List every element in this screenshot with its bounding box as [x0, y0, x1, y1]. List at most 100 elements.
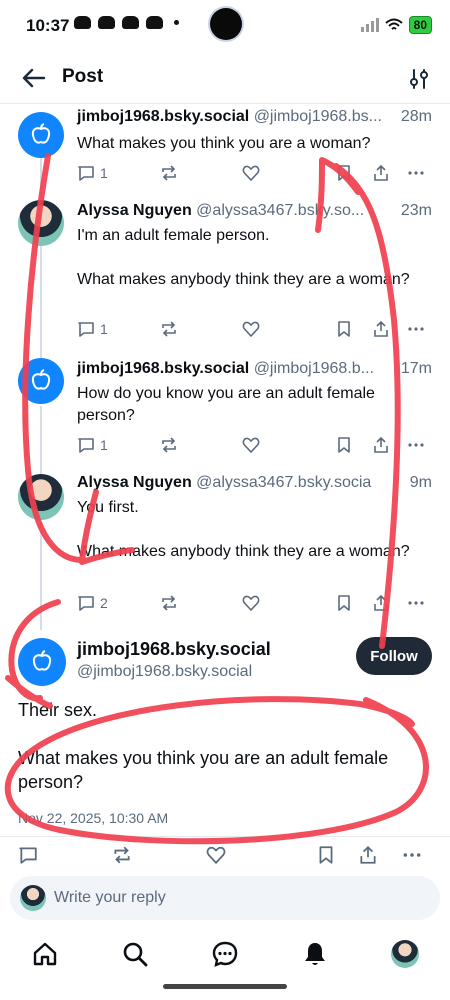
apple-icon [31, 123, 51, 144]
profile-avatar[interactable] [391, 940, 419, 968]
post-time: 28m [400, 108, 432, 125]
avatar [20, 885, 46, 911]
bookmark-button[interactable] [316, 845, 358, 865]
author-handle: @alyssa3467.bsky.socia [196, 474, 372, 491]
share-button[interactable] [372, 164, 407, 182]
more-button[interactable] [407, 320, 436, 338]
post-text: What makes you think you are a woman? [77, 135, 371, 152]
bell-icon[interactable] [301, 940, 329, 968]
bookmark-icon [319, 846, 333, 864]
repost-button[interactable] [112, 845, 206, 865]
thread-post[interactable]: Alyssa Nguyen @alyssa3467.bsky.so... 23m… [0, 198, 450, 348]
reply-placeholder[interactable]: Write your reply [54, 889, 166, 907]
share-button[interactable] [372, 320, 407, 338]
more-button[interactable] [407, 436, 436, 454]
reply-icon [78, 438, 94, 453]
author-handle: @jimboj1968.b... [253, 360, 374, 377]
main-post-actions [18, 842, 434, 868]
post-time: 23m [400, 202, 432, 219]
author-name[interactable]: jimboj1968.bsky.social [77, 108, 249, 125]
post-date: Nov 22, 2025, 10:30 AM [18, 810, 169, 826]
post-actions: 1 [77, 433, 436, 457]
chat-icon[interactable] [211, 940, 239, 968]
bookmark-button[interactable] [335, 436, 372, 454]
author-name[interactable]: Alyssa Nguyen [77, 202, 192, 219]
bookmark-button[interactable] [335, 164, 372, 182]
like-icon [243, 165, 260, 182]
share-button[interactable] [372, 594, 407, 612]
avatar[interactable] [18, 358, 64, 404]
home-icon[interactable] [31, 940, 59, 968]
thread-post[interactable]: Alyssa Nguyen @alyssa3467.bsky.socia 9m … [0, 472, 450, 622]
avatar[interactable] [18, 638, 66, 686]
home-indicator [163, 984, 287, 989]
more-button[interactable] [407, 164, 436, 182]
share-button[interactable] [358, 845, 402, 865]
more-icon [403, 853, 421, 857]
more-icon [408, 327, 424, 331]
like-button[interactable] [242, 594, 334, 612]
reply-button[interactable]: 2 [77, 594, 160, 612]
more-icon [408, 443, 424, 447]
notification-icons [74, 16, 179, 29]
author-handle: @jimboj1968.bs... [253, 108, 382, 125]
like-button[interactable] [242, 320, 334, 338]
divider [0, 836, 450, 837]
reply-icon [78, 322, 94, 337]
author-name[interactable]: jimboj1968.bsky.social [77, 639, 271, 660]
avatar[interactable] [18, 112, 64, 158]
repost-button[interactable] [160, 594, 243, 612]
share-icon [373, 436, 388, 453]
post-actions: 1 [77, 161, 436, 185]
post-time: 17m [400, 360, 432, 377]
reply-button[interactable] [18, 845, 112, 865]
avatar[interactable] [18, 474, 64, 520]
more-button[interactable] [407, 594, 436, 612]
reply-count: 2 [100, 595, 108, 611]
repost-button[interactable] [160, 164, 243, 182]
author-handle: @alyssa3467.bsky.so... [196, 202, 365, 219]
like-icon [243, 437, 260, 454]
thread-post[interactable]: jimboj1968.bsky.social @jimboj1968.b... … [0, 356, 450, 468]
more-button[interactable] [402, 845, 432, 865]
more-icon [408, 171, 424, 175]
bookmark-icon [338, 321, 350, 337]
reply-count: 1 [100, 165, 108, 181]
like-icon [243, 321, 260, 338]
post-text: How do you know you are an adult female … [77, 385, 375, 424]
author-name[interactable]: jimboj1968.bsky.social [77, 360, 249, 377]
like-icon [243, 595, 260, 612]
share-icon [373, 164, 388, 181]
repost-button[interactable] [160, 436, 243, 454]
repost-icon [161, 595, 176, 611]
reply-button[interactable]: 1 [77, 164, 160, 182]
main-post: jimboj1968.bsky.social @jimboj1968.bsky.… [0, 630, 450, 870]
bookmark-button[interactable] [335, 320, 372, 338]
reply-button[interactable]: 1 [77, 436, 160, 454]
share-icon [373, 320, 388, 337]
post-actions: 1 [77, 317, 436, 341]
author-name[interactable]: Alyssa Nguyen [77, 474, 192, 491]
post-actions: 2 [77, 591, 436, 615]
share-button[interactable] [372, 436, 407, 454]
post-text: Their sex. What makes you think you are … [18, 700, 389, 792]
post-header: Post [0, 52, 450, 104]
bookmark-icon [338, 595, 350, 611]
thread-post[interactable]: jimboj1968.bsky.social @jimboj1968.bs...… [0, 104, 450, 196]
like-button[interactable] [242, 436, 334, 454]
like-button[interactable] [206, 845, 316, 865]
search-icon[interactable] [121, 940, 149, 968]
repost-icon [114, 846, 130, 864]
status-time: 10:37 [26, 16, 70, 35]
repost-button[interactable] [160, 320, 243, 338]
filter-icon[interactable] [406, 66, 432, 92]
post-text: You first. What makes anybody think they… [77, 499, 410, 560]
back-arrow-icon[interactable] [20, 64, 48, 92]
like-button[interactable] [242, 164, 334, 182]
bookmark-button[interactable] [335, 594, 372, 612]
avatar[interactable] [18, 200, 64, 246]
reply-composer[interactable]: Write your reply [10, 876, 440, 920]
wifi-icon [384, 18, 403, 30]
follow-button[interactable]: Follow [356, 637, 432, 675]
reply-button[interactable]: 1 [77, 320, 160, 338]
